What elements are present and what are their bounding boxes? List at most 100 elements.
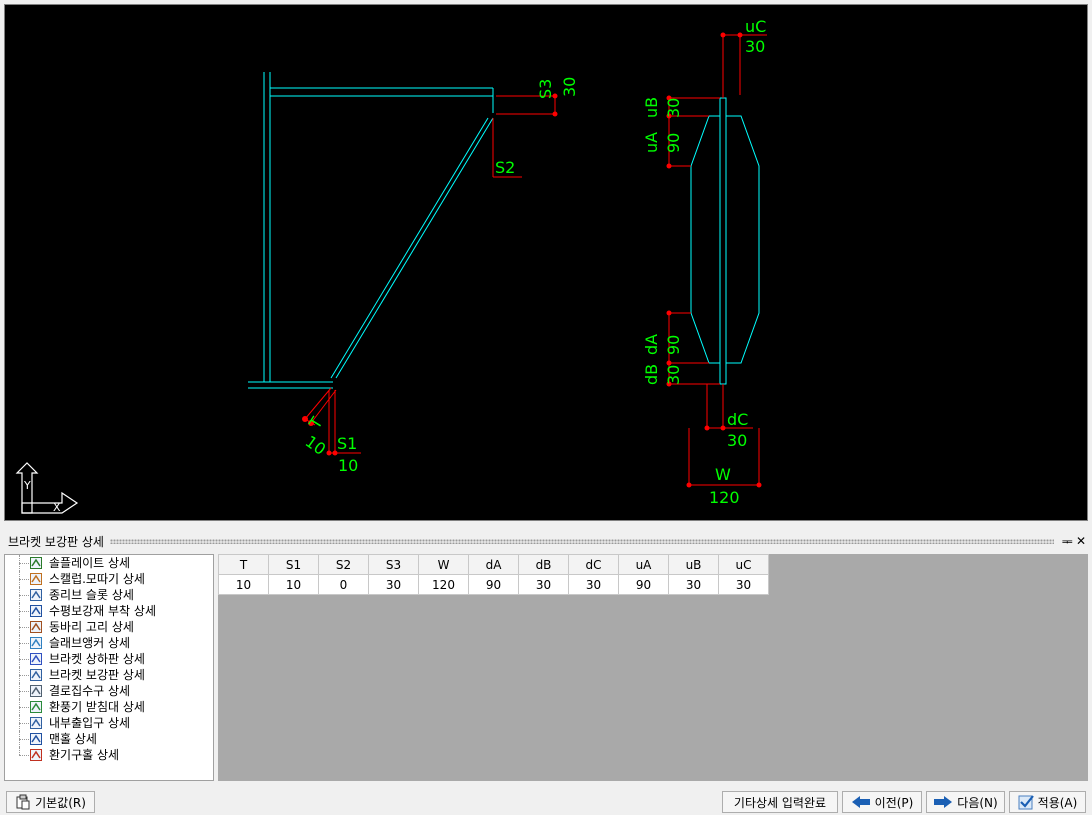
axis-label-y: Y [23,479,31,492]
tree-connector [19,563,29,564]
dim-value-s3: 30 [560,77,579,97]
tree-connector [19,755,29,756]
drain-icon [30,685,42,697]
check-icon [1018,795,1034,810]
bracket-side-view [248,72,494,389]
pin-button[interactable]: ᆍ [1060,533,1074,550]
column-header: W [418,554,469,575]
dim-value-t: 10 [302,432,330,459]
table-cell[interactable]: 30 [518,574,569,595]
tree-connector [19,611,29,612]
tree-connector [19,739,29,740]
sole-plate-icon [30,557,42,569]
table-cell[interactable]: 90 [468,574,519,595]
stiffener-icon [30,605,42,617]
dim-label-da: dA [642,334,661,355]
dim-label-s2: S2 [495,158,515,177]
tree-item-label: 수평보강재 부착 상세 [49,604,156,618]
tree-item-label: 결로집수구 상세 [49,684,131,698]
table-cell[interactable]: 30 [568,574,619,595]
tree-item-label: 솔플레이트 상세 [49,556,131,570]
detail-grid-area: T S1 S2 S3 WdA dB dC uA uB uC 10 10 0 30 120 90 30 30 90 3… [218,554,1088,781]
tree-item[interactable]: 결로집수구 상세 [5,683,213,699]
complete-button[interactable]: 기타상세 입력완료 [722,791,838,813]
tree-item[interactable]: 내부출입구 상세 [5,715,213,731]
table-cell[interactable]: 0 [318,574,369,595]
dim-value-db: 30 [664,365,683,385]
dim-value-ua: 90 [664,133,683,153]
tree-item[interactable]: 스캘럽.모따기 상세 [5,571,213,587]
dim-value-da: 90 [664,335,683,355]
arrow-right-icon [934,796,953,808]
manhole-icon [30,733,42,745]
tree-item[interactable]: 수평보강재 부착 상세 [5,603,213,619]
tree-connector [19,627,29,628]
tree-item[interactable]: 브라켓 보강판 상세 [5,667,213,683]
table-cell[interactable]: 30 [718,574,769,595]
tree-connector [19,747,20,755]
column-header: S1 [268,554,319,575]
ucs-axis-icon: Y X [15,462,79,514]
detail-tree: 솔플레이트 상세 스캘럽.모따기 상세 종리브 슬롯 상세수평보강재 부착 상세동바… [4,554,214,781]
apply-button[interactable]: 적용(A) [1009,791,1086,813]
column-header: dC [568,554,619,575]
tree-item[interactable]: 환기구홀 상세 [5,747,213,763]
tree-item[interactable]: 맨홀 상세 [5,731,213,747]
close-button[interactable]: ✕ [1074,534,1088,548]
column-header: S3 [368,554,419,575]
table-cell[interactable]: 10 [218,574,269,595]
tree-item[interactable]: 환풍기 받침대 상세 [5,699,213,715]
axis-label-x: X [53,501,61,514]
dim-label-ub: uB [642,97,661,118]
column-header: uB [668,554,719,575]
dim-value-uc: 30 [745,37,765,56]
table-cell[interactable]: 30 [368,574,419,595]
dim-label-uc: uC [745,17,766,36]
dim-value-w: 120 [709,488,740,507]
tree-item-label: 종리브 슬롯 상세 [49,588,134,602]
bracket-stiffener-icon [30,669,42,681]
tree-item[interactable]: 동바리 고리 상세 [5,619,213,635]
tree-connector [19,675,29,676]
cad-viewport[interactable]: S3 30 S2 T 10 S1 10 uC 30 uB 30 uA 90 dA… [4,4,1088,521]
column-header: S2 [318,554,369,575]
tree-item-label: 내부출입구 상세 [49,716,131,730]
prev-button-label: 이전(P) [874,795,914,810]
table-cell[interactable]: 30 [668,574,719,595]
table-cell[interactable]: 120 [418,574,469,595]
default-button[interactable]: 기본값(R) [6,791,95,813]
dim-label-s1: S1 [337,434,357,453]
tree-item-label: 환풍기 받침대 상세 [49,700,145,714]
cad-drawing: S3 30 S2 T 10 S1 10 uC 30 uB 30 uA 90 dA… [15,17,767,514]
side-dimension-lines [304,95,556,454]
side-dimension-points [302,93,558,456]
tree-connector [19,707,29,708]
tree-item-label: 브라켓 보강판 상세 [49,668,145,682]
front-dimension-lines [668,34,767,486]
tree-connector [19,595,29,596]
panel-grip[interactable] [109,538,1054,544]
dim-value-dc: 30 [727,431,747,450]
tree-connector [19,659,29,660]
tree-item[interactable]: 종리브 슬롯 상세 [5,587,213,603]
column-header: dB [518,554,569,575]
column-header: dA [468,554,519,575]
next-button[interactable]: 다음(N) [926,791,1005,813]
anchor-icon [30,637,42,649]
tree-item[interactable]: 슬래브앵커 상세 [5,635,213,651]
table-cell[interactable]: 10 [268,574,319,595]
tree-item[interactable]: 솔플레이트 상세 [5,555,213,571]
prev-button[interactable]: 이전(P) [842,791,922,813]
tree-item-label: 동바리 고리 상세 [49,620,134,634]
panel-header: 브라켓 보강판 상세 ᆍ ✕ [4,533,1088,549]
bracket-flange-icon [30,653,42,665]
scallop-icon [30,573,42,585]
tree-connector [19,723,29,724]
tree-connector [19,643,29,644]
apply-button-label: 적용(A) [1037,795,1078,810]
dim-label-s3: S3 [536,79,555,99]
tree-item[interactable]: 브라켓 상하판 상세 [5,651,213,667]
table-cell[interactable]: 90 [618,574,669,595]
vent-hole-icon [30,749,42,761]
tree-item-label: 브라켓 상하판 상세 [49,652,145,666]
